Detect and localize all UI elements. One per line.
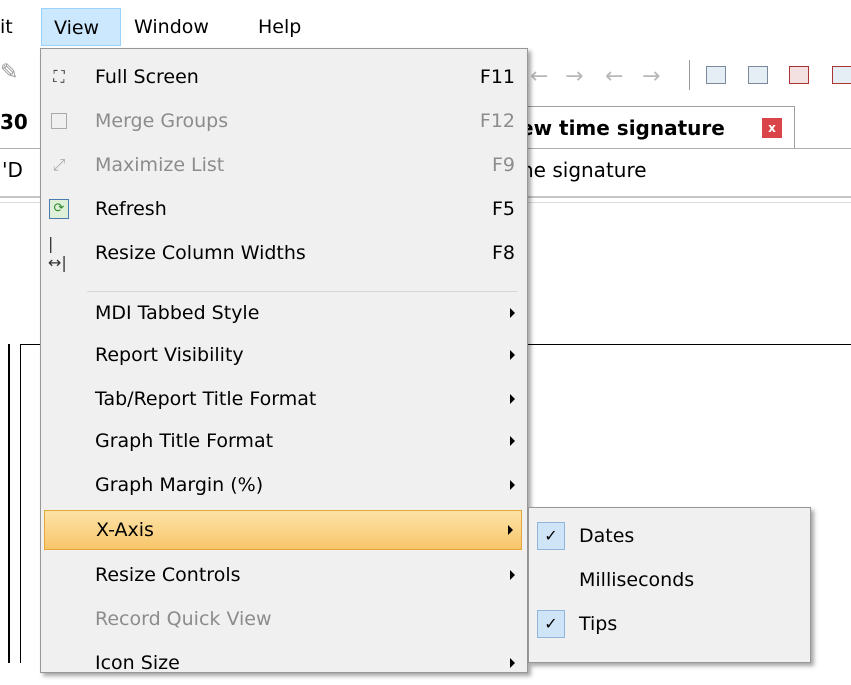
x-axis-submenu: ✓ Dates Milliseconds ✓ Tips <box>528 507 811 663</box>
report-subtitle: ne signature <box>521 158 647 182</box>
menubar: it View Window Help <box>0 0 851 48</box>
tab-partial[interactable]: 30 <box>0 110 28 134</box>
menubar-window[interactable]: Window <box>134 8 209 46</box>
menu-item-label: Resize Column Widths <box>95 242 306 264</box>
maximize-icon: ⤢ <box>52 155 66 174</box>
submenu-item-label: Milliseconds <box>579 569 695 591</box>
submenu-arrow-icon <box>510 394 515 404</box>
submenu-arrow-icon <box>508 525 513 535</box>
window-icon[interactable] <box>706 66 726 84</box>
forward-arrow-icon[interactable]: → <box>642 64 660 89</box>
menu-item-refresh[interactable]: ⟳ Refresh F5 <box>41 187 527 231</box>
resize-columns-icon: |↔| <box>48 234 67 272</box>
menu-item-mdi-tabbed-style[interactable]: MDI Tabbed Style <box>41 291 527 335</box>
back-arrow-icon[interactable]: ← <box>605 64 623 89</box>
submenu-arrow-icon <box>510 658 515 668</box>
submenu-item-label: Tips <box>579 613 618 635</box>
pin-icon[interactable]: ✎ <box>0 60 18 85</box>
menu-item-record-quick-view[interactable]: Record Quick View <box>41 597 527 641</box>
menu-item-shortcut: F12 <box>479 110 515 132</box>
submenu-item-label: Dates <box>579 525 635 547</box>
submenu-arrow-icon <box>510 480 515 490</box>
menu-item-resize-column-widths[interactable]: |↔| Resize Column Widths F8 <box>41 231 527 275</box>
submenu-arrow-icon <box>510 350 515 360</box>
menu-item-tab-report-title-format[interactable]: Tab/Report Title Format <box>41 377 527 421</box>
tab-active-title[interactable]: ew time signature <box>520 116 725 140</box>
submenu-item-milliseconds[interactable]: Milliseconds <box>529 558 810 602</box>
back-arrow-icon[interactable]: ← <box>530 64 548 89</box>
submenu-item-dates[interactable]: ✓ Dates <box>529 514 810 558</box>
menu-item-shortcut: F9 <box>491 154 515 176</box>
menu-item-icon-size[interactable]: Icon Size <box>41 641 527 685</box>
menu-item-graph-title-format[interactable]: Graph Title Format <box>41 419 527 463</box>
menu-item-label: X-Axis <box>96 519 154 541</box>
menu-item-label: Icon Size <box>95 652 180 674</box>
graph-left-edge <box>8 344 10 663</box>
menu-item-label: Graph Margin (%) <box>95 474 264 496</box>
checkmark-icon: ✓ <box>537 522 565 550</box>
menu-item-label: Report Visibility <box>95 344 244 366</box>
toolbar-separator <box>689 60 690 90</box>
menu-item-shortcut: F11 <box>479 66 515 88</box>
report-subtitle-partial: 'D <box>2 158 23 182</box>
menubar-edit[interactable]: it <box>0 8 13 46</box>
menu-item-label: Tab/Report Title Format <box>95 388 317 410</box>
forward-arrow-icon[interactable]: → <box>565 64 583 89</box>
menu-item-label: Full Screen <box>95 66 199 88</box>
full-screen-icon: ⛶ <box>53 67 65 86</box>
menubar-help[interactable]: Help <box>258 8 301 46</box>
menu-item-shortcut: F8 <box>491 242 515 264</box>
view-menu: ⛶ Full Screen F11 Merge Groups F12 ⤢ Max… <box>40 48 528 674</box>
menu-item-x-axis[interactable]: X-Axis <box>44 510 522 550</box>
menu-item-label: Merge Groups <box>95 110 229 132</box>
graph-y-axis <box>20 344 21 663</box>
checkbox-icon <box>48 110 70 132</box>
checkmark-icon: ✓ <box>537 610 565 638</box>
menu-item-report-visibility[interactable]: Report Visibility <box>41 333 527 377</box>
tab-close-icon[interactable]: x <box>762 118 782 138</box>
submenu-arrow-icon <box>510 570 515 580</box>
menu-item-maximize-list[interactable]: ⤢ Maximize List F9 <box>41 143 527 187</box>
menu-item-label: Refresh <box>95 198 167 220</box>
menu-item-label: Record Quick View <box>95 608 272 630</box>
menu-item-merge-groups[interactable]: Merge Groups F12 <box>41 99 527 143</box>
menu-item-full-screen[interactable]: ⛶ Full Screen F11 <box>41 55 527 99</box>
menubar-view[interactable]: View <box>41 8 121 46</box>
menu-item-label: Graph Title Format <box>95 430 274 452</box>
submenu-arrow-icon <box>510 436 515 446</box>
menu-item-graph-margin[interactable]: Graph Margin (%) <box>41 463 527 507</box>
menu-item-shortcut: F5 <box>491 198 515 220</box>
menu-item-label: MDI Tabbed Style <box>95 302 260 324</box>
refresh-icon: ⟳ <box>48 198 70 220</box>
tile-icon[interactable] <box>832 66 851 84</box>
menu-item-resize-controls[interactable]: Resize Controls <box>41 553 527 597</box>
window-minimize-icon[interactable] <box>748 66 768 84</box>
submenu-item-tips[interactable]: ✓ Tips <box>529 602 810 646</box>
menu-item-label: Resize Controls <box>95 564 241 586</box>
submenu-arrow-icon <box>510 308 515 318</box>
menu-item-label: Maximize List <box>95 154 225 176</box>
close-windows-icon[interactable] <box>789 66 809 84</box>
